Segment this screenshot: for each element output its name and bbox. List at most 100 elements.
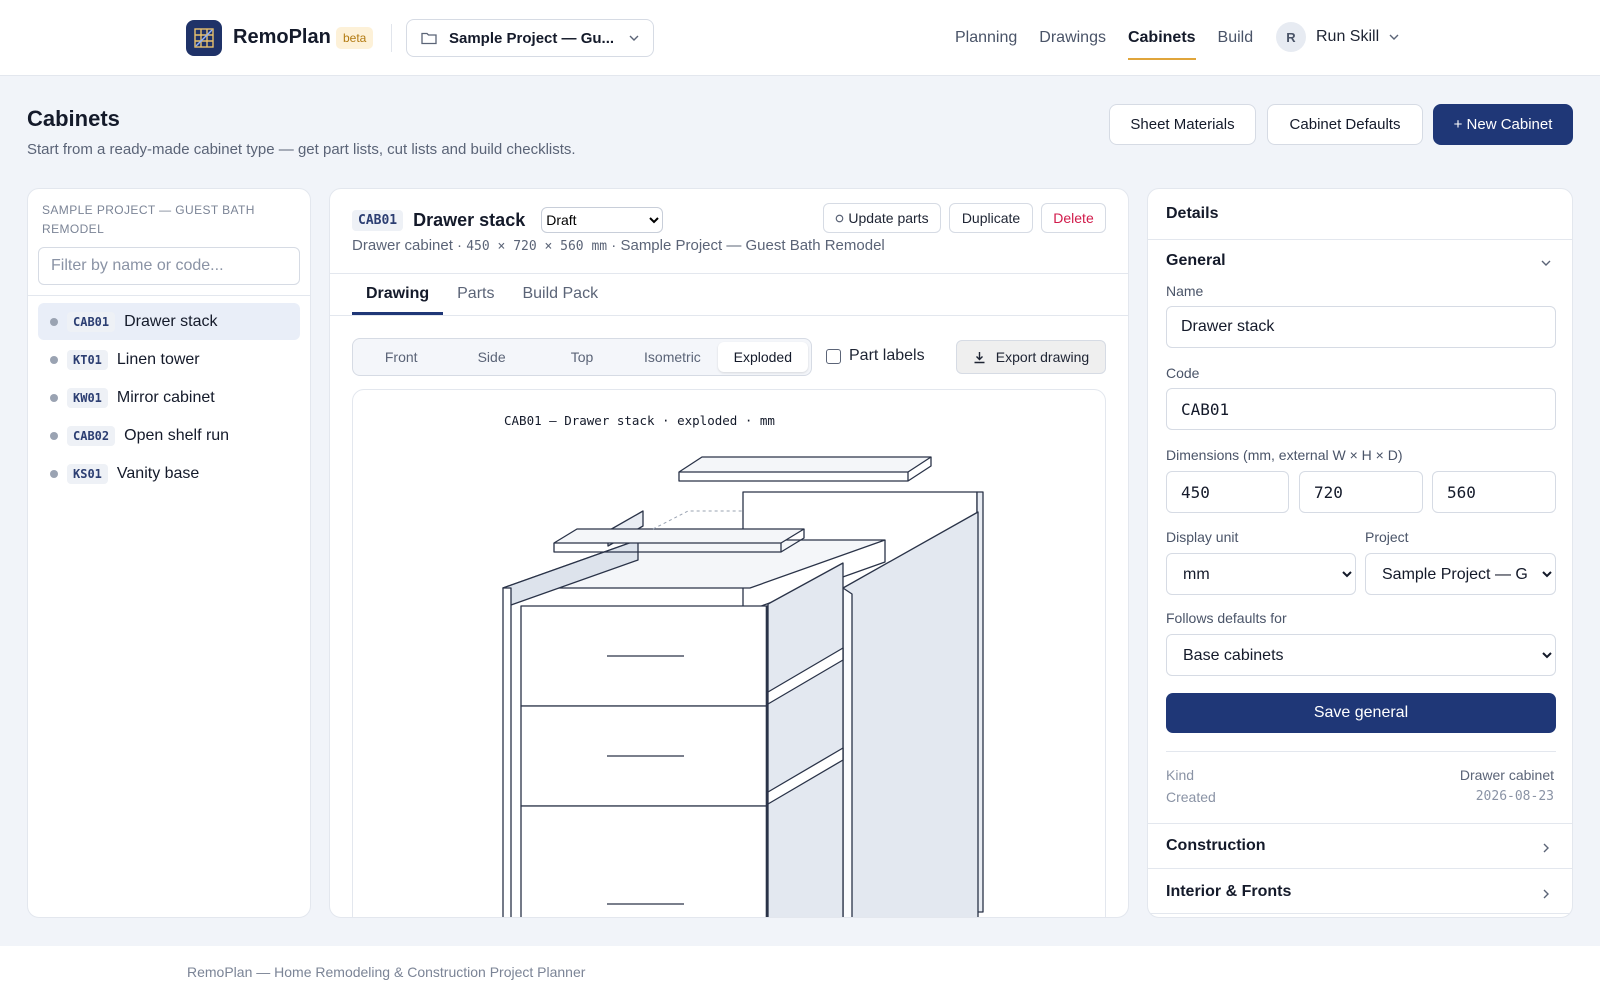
- user-name: Run Skill: [1316, 28, 1380, 45]
- cabinet-list: CAB01 Drawer stack KT01 Linen tower KW01…: [38, 303, 300, 493]
- save-general-button[interactable]: Save general: [1166, 693, 1556, 733]
- section-general-title[interactable]: General: [1166, 252, 1226, 270]
- project-selector[interactable]: Sample Project — Gu...: [406, 19, 654, 57]
- exploded-shelf: [553, 528, 805, 544]
- details-panel: Details General Name Drawer stack Code C…: [1147, 188, 1573, 918]
- list-item[interactable]: CAB02 Open shelf run: [38, 417, 300, 454]
- defaults-label: Follows defaults for: [1166, 610, 1287, 626]
- section-construction-title[interactable]: Construction: [1166, 837, 1266, 855]
- created-value: 2026-08-23: [1475, 789, 1554, 804]
- view-side[interactable]: Side: [446, 342, 536, 372]
- chevron-down-icon[interactable]: [1538, 255, 1554, 271]
- drawing-caption: CAB01 — Drawer stack · exploded · mm: [504, 413, 775, 428]
- delete-button[interactable]: Delete: [1041, 203, 1106, 233]
- view-top[interactable]: Top: [537, 342, 627, 372]
- view-isometric[interactable]: Isometric: [627, 342, 717, 372]
- display-unit-label: Display unit: [1166, 529, 1239, 545]
- cabinet-code: KS01: [67, 463, 108, 484]
- sheet-materials-button[interactable]: Sheet Materials: [1109, 104, 1256, 145]
- divider: [1148, 823, 1572, 824]
- grid-logo-icon: [194, 28, 214, 48]
- cabinet-name: Vanity base: [116, 464, 200, 482]
- status-dot: [50, 355, 58, 364]
- nav-build[interactable]: Build: [1207, 0, 1265, 76]
- divider: [28, 295, 310, 296]
- app-logo[interactable]: [186, 20, 222, 56]
- project-selector-label: Sample Project — Gu...: [449, 29, 615, 47]
- cabinet-defaults-button[interactable]: Cabinet Defaults: [1267, 104, 1423, 145]
- cabinet-name: Drawer stack: [124, 312, 218, 330]
- cabinet-name: Drawer stack: [413, 209, 526, 230]
- cabinet-dims: 450 × 720 × 560 mm: [466, 239, 608, 254]
- exploded-top-panel: [678, 456, 932, 473]
- cabinet-kind: Drawer cabinet: [352, 237, 453, 254]
- divider: [1148, 239, 1572, 240]
- tab-parts[interactable]: Parts: [443, 273, 508, 315]
- part-labels-checkbox[interactable]: [826, 348, 841, 364]
- list-item[interactable]: KT01 Linen tower: [38, 341, 300, 378]
- filter-input[interactable]: [38, 247, 300, 285]
- code-field[interactable]: CAB01: [1166, 388, 1556, 430]
- user-menu[interactable]: R Run Skill: [1276, 22, 1399, 52]
- sidebar-project-title: Sample Project — Guest Bath Remodel: [42, 203, 255, 236]
- nav-drawings[interactable]: Drawings: [1028, 0, 1117, 76]
- display-unit-select[interactable]: mm: [1166, 553, 1356, 595]
- nav-planning[interactable]: Planning: [944, 0, 1028, 76]
- list-item[interactable]: KW01 Mirror cabinet: [38, 379, 300, 416]
- cabinet-code: CAB02: [67, 425, 116, 446]
- tab-drawing[interactable]: Drawing: [352, 273, 444, 315]
- top-bar: RemoPlan beta Sample Project — Gu... Pla…: [0, 0, 1600, 76]
- view-exploded[interactable]: Exploded: [717, 342, 809, 372]
- height-field[interactable]: 720: [1299, 471, 1423, 513]
- nav-cabinets[interactable]: Cabinets: [1117, 0, 1207, 76]
- status-select[interactable]: Draft: [541, 207, 664, 233]
- new-cabinet-button[interactable]: + New Cabinet: [1433, 104, 1573, 145]
- cabinet-name: Open shelf run: [124, 426, 230, 444]
- cabinet-code: KT01: [67, 349, 108, 370]
- cabinet-tabs: Drawing Parts Build Pack: [352, 273, 612, 315]
- defaults-select[interactable]: Base cabinets: [1166, 634, 1556, 676]
- drawer-sides: [767, 562, 844, 917]
- drawing-canvas[interactable]: CAB01 — Drawer stack · exploded · mm: [352, 389, 1106, 917]
- name-label: Name: [1166, 283, 1204, 299]
- part-labels-label: Part labels: [849, 347, 925, 364]
- view-front[interactable]: Front: [356, 342, 446, 372]
- chevron-right-icon[interactable]: [1538, 840, 1554, 856]
- name-field[interactable]: Drawer stack: [1166, 306, 1556, 348]
- beta-badge: beta: [336, 27, 374, 49]
- export-drawing-label: Export drawing: [995, 349, 1090, 365]
- created-label: Created: [1166, 789, 1216, 805]
- update-parts-button[interactable]: Update parts: [823, 203, 941, 233]
- section-interior-title[interactable]: Interior & Fronts: [1166, 883, 1291, 901]
- project-select[interactable]: Sample Project — Guest Bath Remodel: [1365, 553, 1556, 595]
- left-side-edge: [502, 587, 512, 917]
- app-name: RemoPlan: [233, 26, 331, 48]
- page-subtitle: Start from a ready-made cabinet type — g…: [27, 141, 576, 158]
- kind-value: Drawer cabinet: [1459, 767, 1554, 783]
- status-dot: [50, 317, 58, 326]
- details-heading: Details: [1166, 205, 1219, 222]
- status-dot: [50, 393, 58, 402]
- footer: RemoPlan — Home Remodeling & Constructio…: [0, 946, 1600, 1000]
- cabinet-detail-panel: CAB01 Drawer stack Draft Drawer cabinet …: [329, 188, 1129, 918]
- chevron-down-icon: [629, 35, 639, 41]
- exploded-drawing: CAB01 — Drawer stack · exploded · mm: [502, 413, 984, 917]
- chevron-down-icon: [1389, 34, 1399, 40]
- project-label: Project: [1365, 529, 1409, 545]
- tab-build-pack[interactable]: Build Pack: [508, 273, 612, 315]
- explode-guide-line: [652, 510, 743, 530]
- list-item[interactable]: KS01 Vanity base: [38, 455, 300, 492]
- part-labels-toggle[interactable]: Part labels: [826, 347, 925, 365]
- width-field[interactable]: 450: [1166, 471, 1289, 513]
- chevron-right-icon[interactable]: [1538, 886, 1554, 902]
- depth-field[interactable]: 560: [1432, 471, 1556, 513]
- divider: [1148, 868, 1572, 869]
- export-drawing-button[interactable]: Export drawing: [956, 340, 1106, 374]
- drawer-front: [520, 805, 768, 917]
- divider: [391, 24, 392, 52]
- list-item[interactable]: CAB01 Drawer stack: [38, 303, 300, 340]
- code-label: Code: [1166, 365, 1200, 381]
- footer-text: RemoPlan — Home Remodeling & Constructio…: [187, 964, 586, 980]
- duplicate-button[interactable]: Duplicate: [949, 203, 1033, 233]
- avatar: R: [1276, 22, 1306, 52]
